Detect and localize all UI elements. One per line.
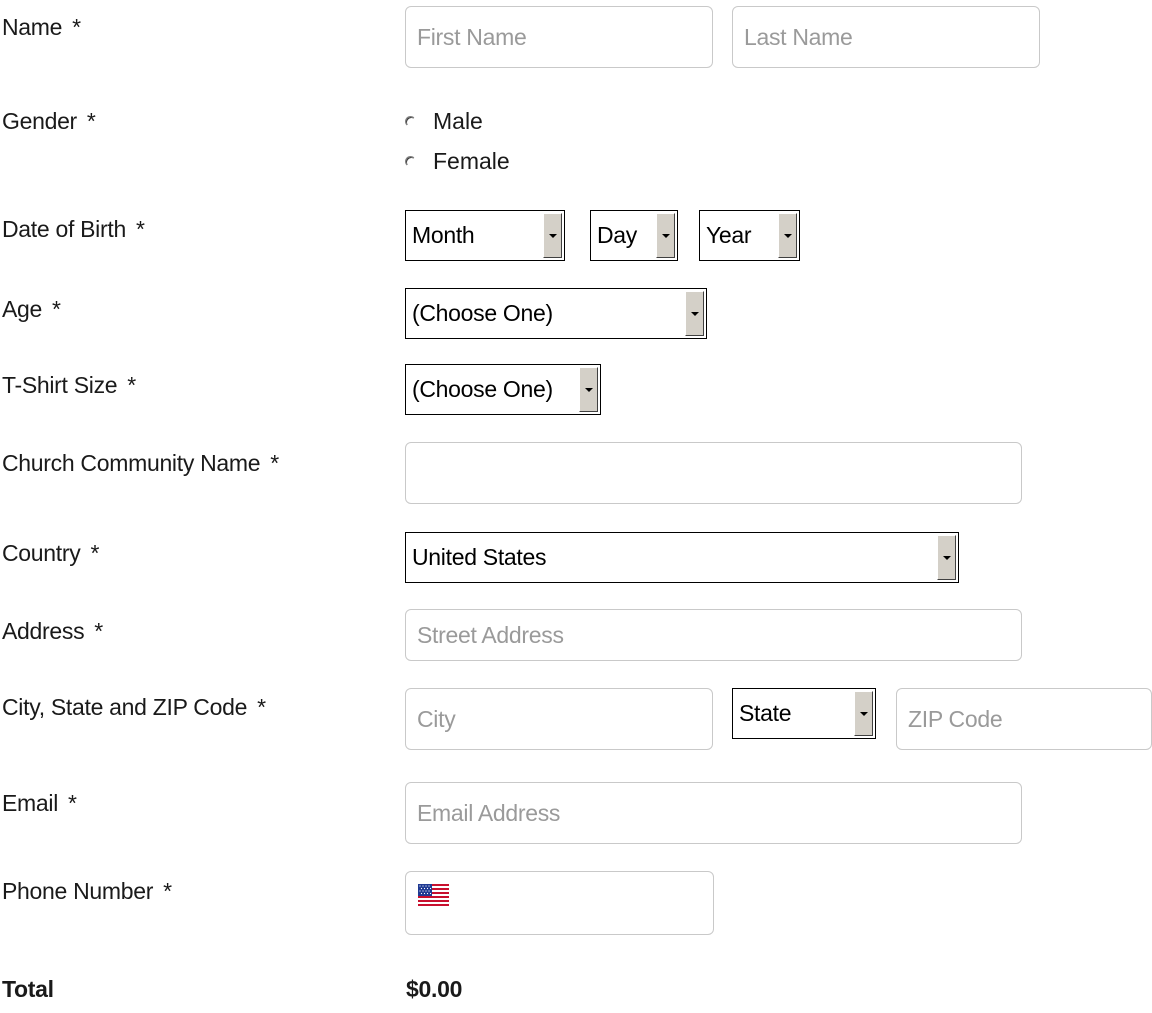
phone-input[interactable] <box>405 871 714 935</box>
age-select[interactable]: (Choose One) <box>405 288 707 339</box>
zip-input[interactable]: ZIP Code <box>896 688 1152 750</box>
age-label: Age * <box>2 296 61 322</box>
city-state-zip-label: City, State and ZIP Code * <box>2 694 266 720</box>
address-label: Address * <box>2 618 103 644</box>
dob-month-select[interactable]: Month <box>405 210 565 261</box>
dob-year-select[interactable]: Year <box>699 210 800 261</box>
email-label: Email * <box>2 790 77 816</box>
country-value: United States <box>412 544 547 570</box>
chevron-down-icon[interactable] <box>937 535 956 580</box>
gender-option-female[interactable]: Female <box>405 148 510 175</box>
dob-day-select[interactable]: Day <box>590 210 678 261</box>
email-input[interactable]: Email Address <box>405 782 1022 844</box>
name-label: Name * <box>2 14 81 40</box>
chevron-down-icon[interactable] <box>778 213 797 258</box>
first-name-input[interactable]: First Name <box>405 6 713 68</box>
us-flag-icon[interactable] <box>418 884 449 908</box>
city-input[interactable]: City <box>405 688 713 750</box>
age-value: (Choose One) <box>412 300 553 326</box>
gender-label: Gender * <box>2 108 96 134</box>
chevron-down-icon[interactable] <box>685 291 704 336</box>
country-label: Country * <box>2 540 100 566</box>
month-value: Month <box>412 222 475 248</box>
tshirt-label: T-Shirt Size * <box>2 372 136 398</box>
last-name-input[interactable]: Last Name <box>732 6 1040 68</box>
total-value: $0.00 <box>406 976 463 1002</box>
tshirt-value: (Choose One) <box>412 376 553 402</box>
phone-label: Phone Number * <box>2 878 172 904</box>
chevron-down-icon[interactable] <box>543 213 562 258</box>
female-radio[interactable] <box>405 156 416 167</box>
church-label: Church Community Name * <box>2 450 279 476</box>
male-label: Male <box>433 108 483 134</box>
chevron-down-icon[interactable] <box>656 213 675 258</box>
state-select[interactable]: State <box>732 688 876 739</box>
state-value: State <box>739 700 792 726</box>
male-radio[interactable] <box>405 116 416 127</box>
church-input[interactable] <box>405 442 1022 504</box>
street-address-input[interactable]: Street Address <box>405 609 1022 661</box>
chevron-down-icon[interactable] <box>579 367 598 412</box>
total-label: Total <box>2 976 54 1002</box>
tshirt-select[interactable]: (Choose One) <box>405 364 601 415</box>
female-label: Female <box>433 148 510 174</box>
chevron-down-icon[interactable] <box>854 691 873 736</box>
country-select[interactable]: United States <box>405 532 959 583</box>
dob-label: Date of Birth * <box>2 216 145 242</box>
day-value: Day <box>597 222 638 248</box>
gender-option-male[interactable]: Male <box>405 108 483 135</box>
year-value: Year <box>706 222 752 248</box>
